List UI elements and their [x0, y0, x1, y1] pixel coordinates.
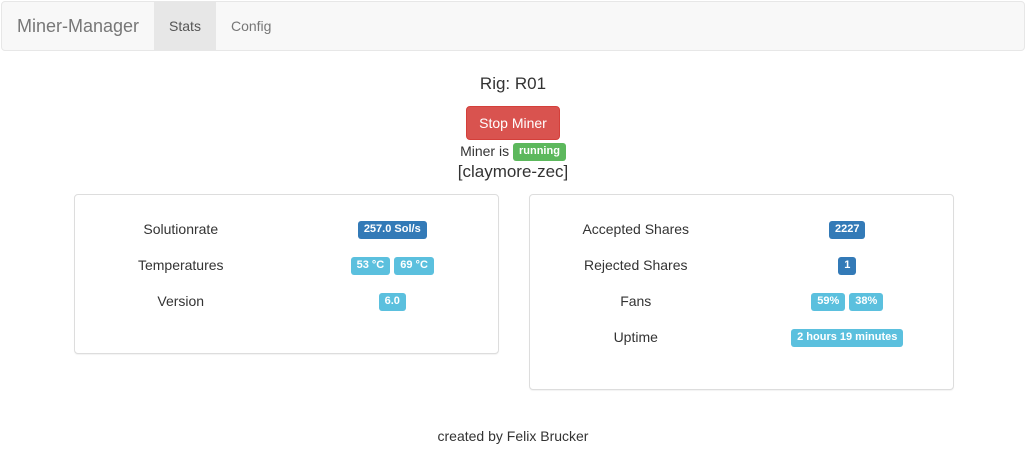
status-prefix: Miner is: [460, 143, 510, 159]
solutionrate-label: Solutionrate: [143, 221, 219, 237]
rejected-shares-value: 1: [838, 257, 857, 275]
rejected-shares-label: Rejected Shares: [583, 257, 688, 273]
navbar: Miner-Manager Stats Config: [1, 1, 1025, 51]
tab-stats[interactable]: Stats: [154, 2, 216, 50]
solutionrate-row: Solutionrate 257.0 Sol/s: [75, 218, 498, 240]
uptime-value: 2 hours 19 minutes: [791, 329, 904, 347]
temperature-value-1: 53 °C: [350, 257, 391, 275]
fan-value-2: 38%: [849, 293, 884, 311]
solutionrate-value: 257.0 Sol/s: [357, 221, 427, 239]
accepted-shares-value: 2227: [829, 221, 866, 239]
tab-config[interactable]: Config: [216, 2, 286, 50]
miner-name: [claymore-zec]: [457, 162, 569, 181]
accepted-shares-row: Accepted Shares 2227: [530, 218, 953, 240]
rejected-shares-row: Rejected Shares 1: [530, 254, 953, 276]
temperatures-row: Temperatures 53 °C 69 °C: [75, 254, 498, 276]
uptime-label: Uptime: [613, 329, 658, 345]
brand-link[interactable]: Miner-Manager: [2, 2, 154, 50]
temperatures-label: Temperatures: [137, 257, 224, 273]
stats-panel-left: Solutionrate 257.0 Sol/s Temperatures 53…: [74, 194, 499, 354]
version-row: Version 6.0: [75, 290, 498, 312]
fans-label: Fans: [620, 293, 652, 309]
stats-panel-right: Accepted Shares 2227 Rejected Shares 1 F…: [529, 194, 954, 390]
uptime-row: Uptime 2 hours 19 minutes: [530, 326, 953, 348]
rig-title: Rig: R01: [479, 74, 547, 93]
miner-status-line: Miner is running: [0, 142, 1026, 162]
fans-row: Fans 59% 38%: [530, 290, 953, 312]
version-label: Version: [157, 293, 205, 309]
stop-miner-button[interactable]: Stop Miner: [466, 106, 560, 140]
footer-credit: created by Felix Brucker: [437, 428, 589, 444]
version-value: 6.0: [378, 293, 406, 311]
status-badge: running: [512, 143, 566, 162]
temperature-value-2: 69 °C: [394, 257, 434, 275]
accepted-shares-label: Accepted Shares: [582, 221, 690, 237]
fan-value-1: 59%: [811, 293, 846, 311]
